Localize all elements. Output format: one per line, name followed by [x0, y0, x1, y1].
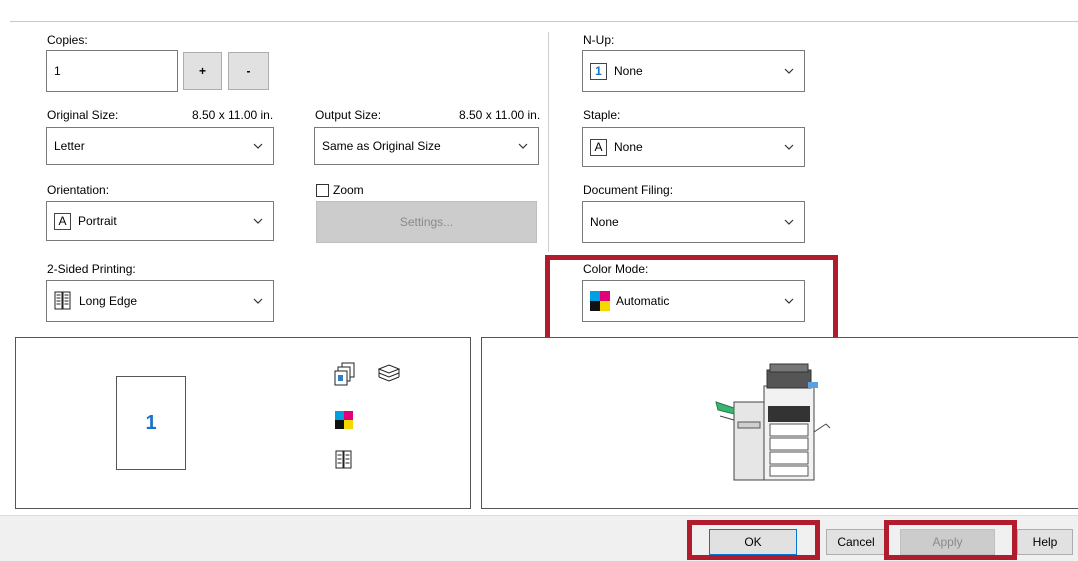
original-size-dimensions: 8.50 x 11.00 in. — [192, 108, 274, 122]
document-filing-value: None — [590, 215, 619, 229]
chevron-down-icon — [253, 218, 263, 224]
chevron-down-icon — [784, 219, 794, 225]
n-up-value: None — [614, 64, 643, 78]
copies-collate-icon — [334, 362, 355, 386]
staple-label: Staple: — [583, 108, 621, 122]
copies-label: Copies: — [47, 33, 88, 47]
copies-decrement-button[interactable]: - — [228, 52, 269, 90]
zoom-label: Zoom — [333, 183, 364, 197]
column-divider — [548, 32, 549, 252]
document-filing-select[interactable]: None — [582, 201, 805, 243]
zoom-checkbox[interactable] — [316, 183, 329, 197]
copies-input[interactable]: 1 — [46, 50, 178, 92]
chevron-down-icon — [518, 143, 528, 149]
staple-none-icon: A — [590, 138, 607, 156]
orientation-value: Portrait — [78, 214, 117, 228]
apply-button[interactable]: Apply — [900, 529, 995, 555]
staple-select[interactable]: A None — [582, 127, 805, 167]
help-button[interactable]: Help — [1017, 529, 1073, 555]
duplex-long-edge-icon — [335, 450, 352, 469]
copies-value: 1 — [54, 64, 61, 78]
n-up-page-icon: 1 — [590, 62, 607, 80]
two-sided-select[interactable]: Long Edge — [46, 280, 274, 322]
paper-stack-icon — [377, 364, 401, 382]
chevron-down-icon — [253, 298, 263, 304]
page-thumbnail: 1 — [116, 376, 186, 470]
staple-value: None — [614, 140, 643, 154]
chevron-down-icon — [784, 298, 794, 304]
original-size-label: Original Size: — [47, 108, 119, 122]
zoom-checkbox-row[interactable]: Zoom — [316, 183, 364, 197]
duplex-long-edge-icon — [54, 291, 71, 310]
original-size-value: Letter — [54, 139, 85, 153]
original-size-select[interactable]: Letter — [46, 127, 274, 165]
chevron-down-icon — [784, 68, 794, 74]
chevron-down-icon — [253, 143, 263, 149]
document-filing-label: Document Filing: — [583, 183, 674, 197]
two-sided-value: Long Edge — [79, 294, 138, 308]
color-cmyk-icon — [335, 411, 353, 429]
ok-button[interactable]: OK — [709, 529, 797, 555]
output-size-value: Same as Original Size — [322, 139, 441, 153]
n-up-label: N-Up: — [583, 33, 615, 47]
printer-illustration-icon — [715, 363, 831, 481]
cancel-button[interactable]: Cancel — [826, 529, 886, 555]
output-size-label: Output Size: — [315, 108, 382, 122]
two-sided-label: 2-Sided Printing: — [47, 262, 136, 276]
chevron-down-icon — [784, 144, 794, 150]
portrait-orientation-icon: A — [54, 212, 71, 230]
orientation-select[interactable]: A Portrait — [46, 201, 274, 241]
output-size-dimensions: 8.50 x 11.00 in. — [459, 108, 541, 122]
color-mode-select[interactable]: Automatic — [582, 280, 805, 322]
color-cmyk-icon — [590, 291, 610, 311]
zoom-settings-button[interactable]: Settings... — [316, 201, 537, 243]
orientation-label: Orientation: — [47, 183, 110, 197]
color-mode-value: Automatic — [616, 294, 670, 308]
n-up-select[interactable]: 1 None — [582, 50, 805, 92]
output-size-select[interactable]: Same as Original Size — [314, 127, 539, 165]
color-mode-label: Color Mode: — [583, 262, 649, 276]
printer-preview-panel — [481, 337, 1078, 509]
copies-increment-button[interactable]: + — [183, 52, 222, 90]
page-number: 1 — [145, 411, 157, 434]
page-preview-panel: 1 — [15, 337, 471, 509]
top-divider — [10, 21, 1078, 22]
